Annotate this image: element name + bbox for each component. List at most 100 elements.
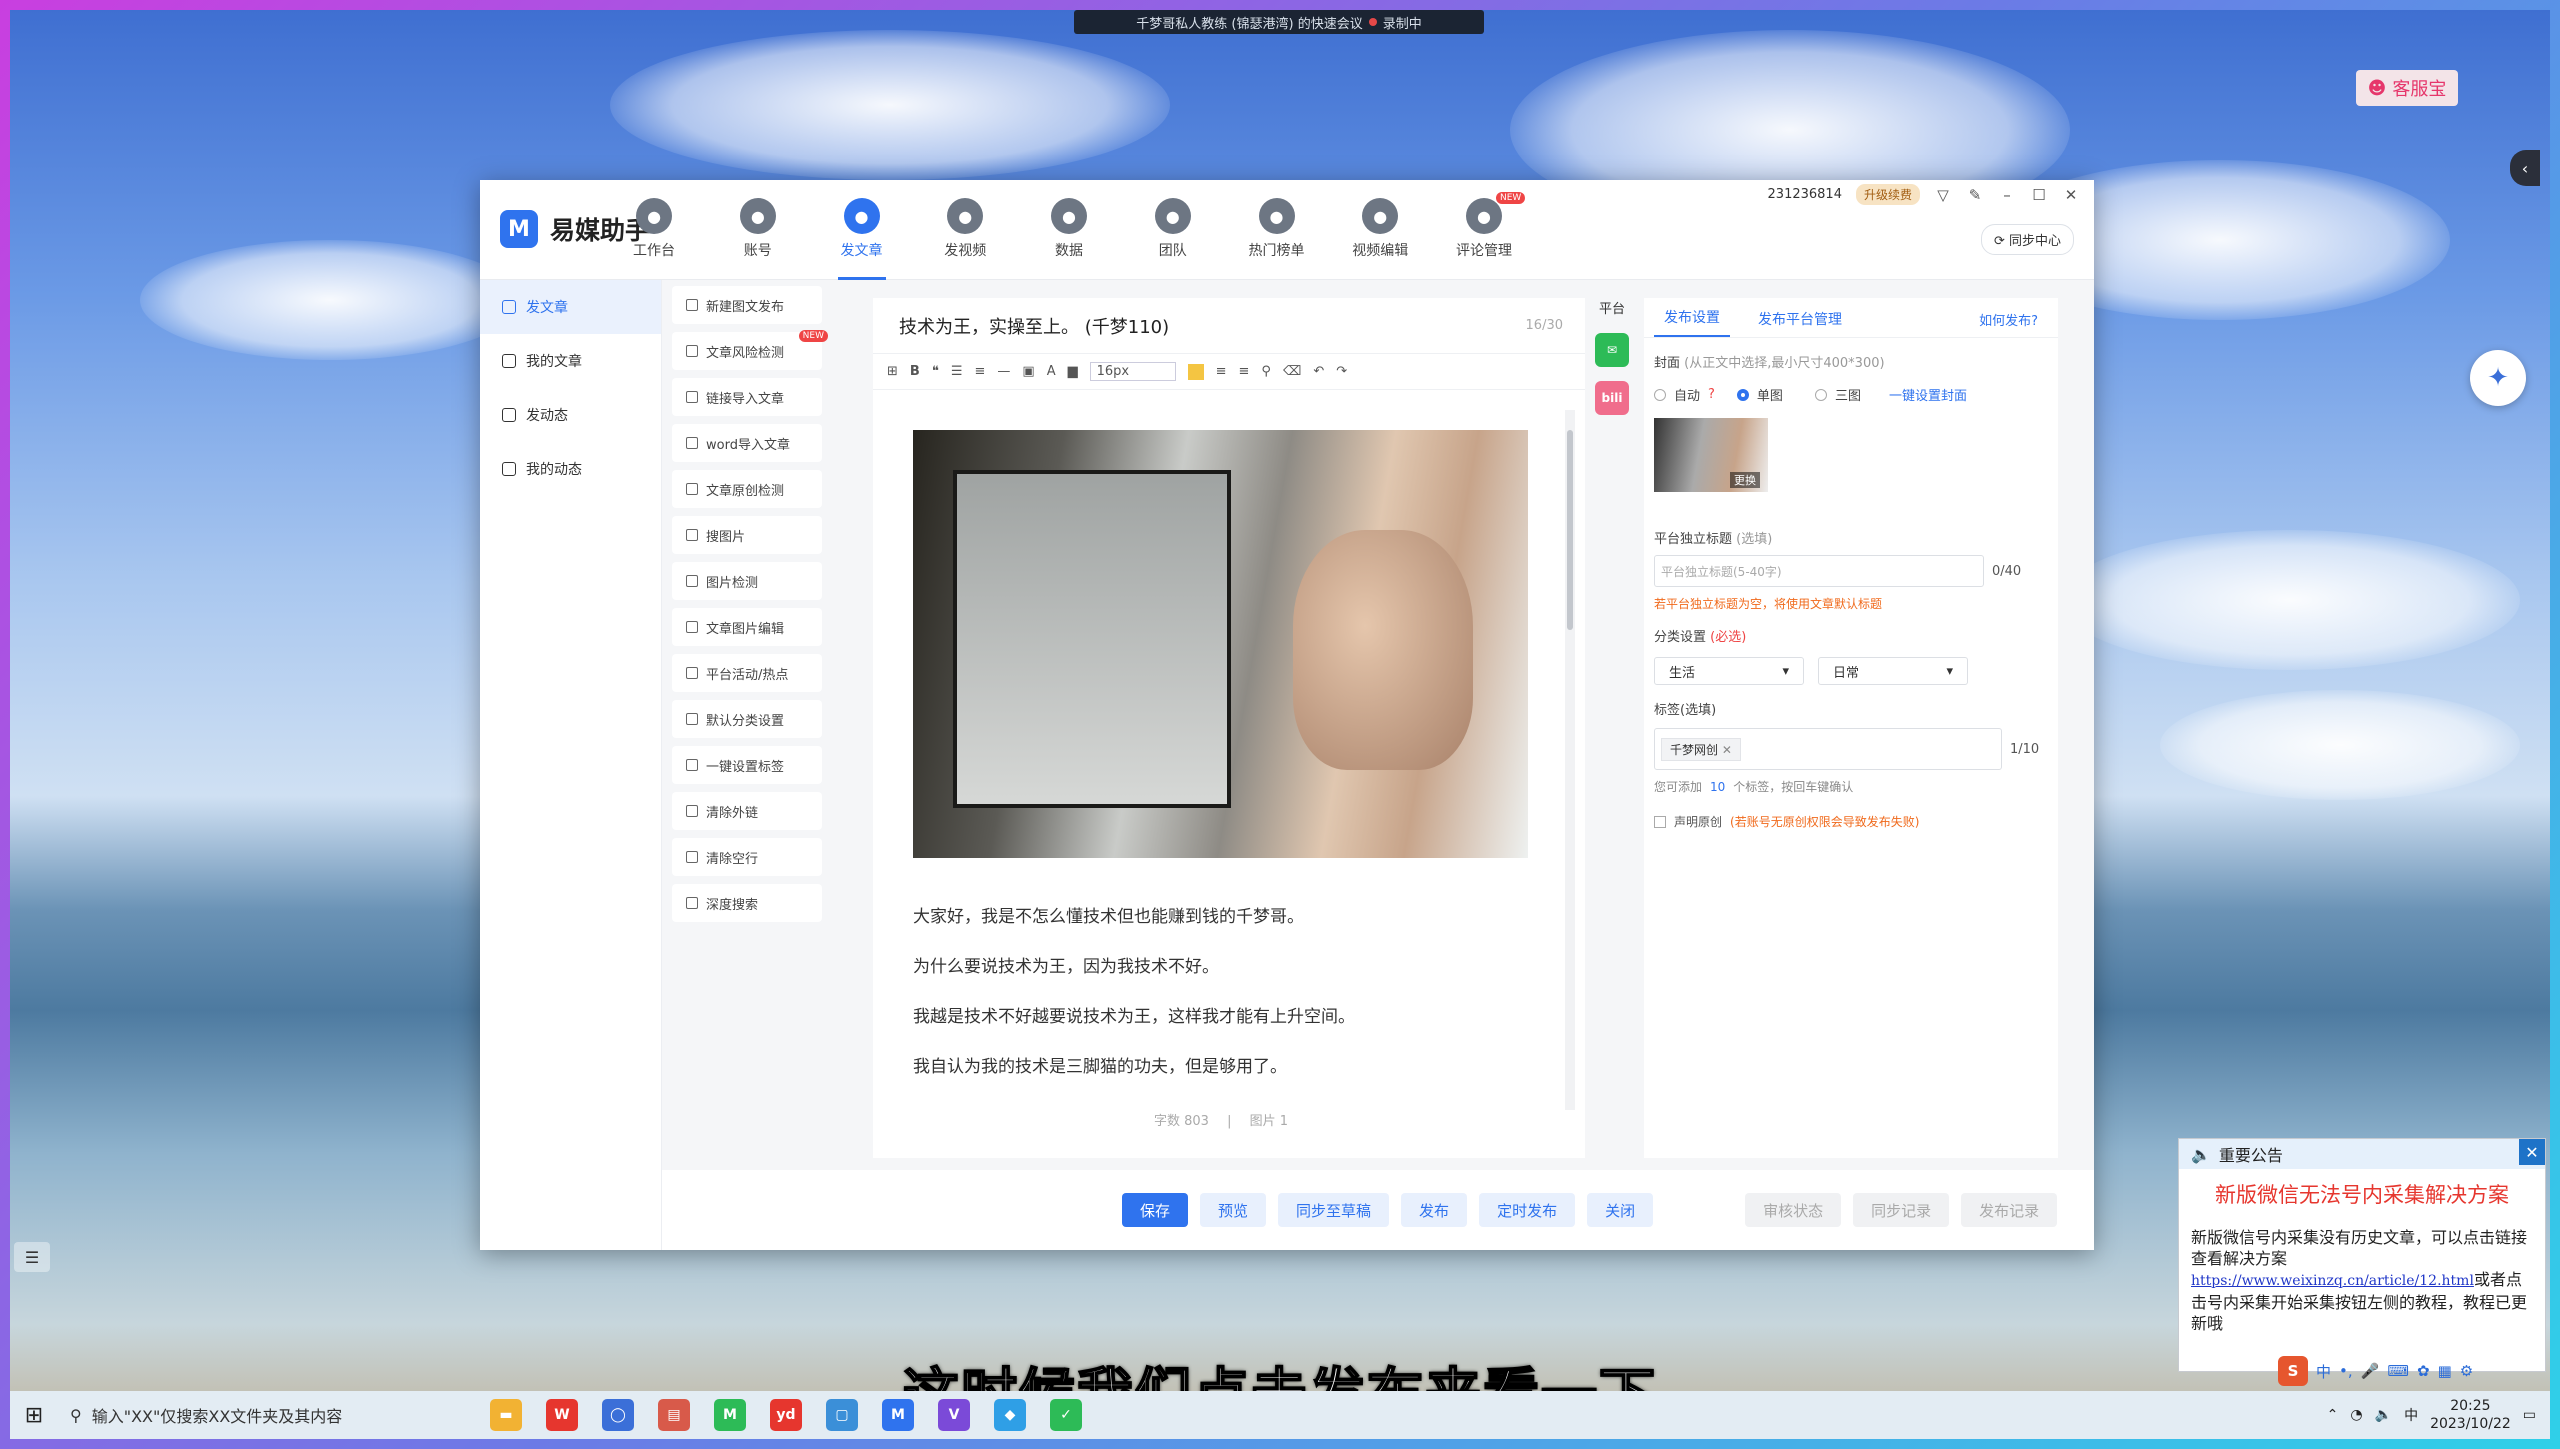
- sync-center-button[interactable]: ⟳ 同步中心: [1980, 224, 2074, 255]
- tool-item[interactable]: word导入文章: [672, 424, 822, 462]
- tool-item[interactable]: 清除外链: [672, 792, 822, 830]
- sidebar-item[interactable]: 发文章: [480, 280, 661, 334]
- editor-content[interactable]: 大家好，我是不怎么懂技术但也能赚到钱的千梦哥。 为什么要说技术为王，因为我技术不…: [873, 390, 1569, 1158]
- preview-button[interactable]: 预览: [1200, 1193, 1267, 1227]
- radio-auto[interactable]: [1654, 388, 1666, 401]
- save-button[interactable]: 保存: [1122, 1193, 1189, 1227]
- tool-item[interactable]: 平台活动/热点: [672, 654, 822, 692]
- clock[interactable]: 20:25 2023/10/22: [2430, 1397, 2511, 1433]
- publish-button[interactable]: 发布: [1401, 1193, 1468, 1227]
- one-click-cover-link[interactable]: 一键设置封面: [1889, 385, 1967, 404]
- tags-input[interactable]: 千梦网创 ✕: [1654, 728, 2002, 770]
- nav-data[interactable]: ● 数据: [1029, 198, 1109, 260]
- notification-icon[interactable]: ▭: [2523, 1407, 2536, 1423]
- tool-item[interactable]: 搜图片: [672, 516, 822, 554]
- category-select-primary[interactable]: 生活 ▾: [1654, 657, 1804, 685]
- nav-team[interactable]: ● 团队: [1133, 198, 1213, 260]
- close-icon[interactable]: ✕: [2062, 186, 2080, 204]
- sidebar-item[interactable]: 发动态: [480, 388, 661, 442]
- browser-icon[interactable]: ◯: [602, 1399, 634, 1431]
- undo-icon[interactable]: ↶: [1313, 364, 1324, 379]
- nav-workbench[interactable]: ● 工作台: [614, 198, 694, 260]
- announcement-link[interactable]: https://www.weixinzq.cn/article/12.html: [2191, 1273, 2474, 1289]
- gift-icon[interactable]: ▽: [1934, 186, 1952, 204]
- tool-item[interactable]: 链接导入文章: [672, 378, 822, 416]
- category-select-secondary[interactable]: 日常 ▾: [1818, 657, 1968, 685]
- eraser-icon[interactable]: ⌫: [1283, 364, 1301, 379]
- tab-publish-settings[interactable]: 发布设置: [1654, 307, 1730, 337]
- app-icon[interactable]: M: [714, 1399, 746, 1431]
- tool-item[interactable]: 文章图片编辑: [672, 608, 822, 646]
- radio-triple[interactable]: [1814, 388, 1827, 401]
- close-icon[interactable]: ✕: [2519, 1139, 2545, 1165]
- ime-tray-icon[interactable]: 中: [2404, 1405, 2418, 1425]
- font-size-select[interactable]: 16px: [1089, 362, 1176, 381]
- schedule-publish-button[interactable]: 定时发布: [1479, 1193, 1576, 1227]
- sync-records-button[interactable]: 同步记录: [1853, 1193, 1950, 1227]
- tool-item[interactable]: 图片检测: [672, 562, 822, 600]
- review-status-button[interactable]: 审核状态: [1745, 1193, 1842, 1227]
- bold-icon[interactable]: B: [910, 364, 920, 379]
- nav-comment[interactable]: ● 评论管理 NEW: [1444, 192, 1526, 260]
- meeting-recording-bar[interactable]: 千梦哥私人教练 (锦瑟港湾) 的快速会议 录制中: [1074, 10, 1484, 34]
- remove-tag-icon[interactable]: ✕: [1722, 743, 1732, 757]
- sidebar-item[interactable]: 我的动态: [480, 442, 661, 496]
- sync-draft-button[interactable]: 同步至草稿: [1278, 1193, 1390, 1227]
- cover-option-triple[interactable]: 三图: [1835, 385, 1861, 404]
- nav-video-edit[interactable]: ● 视频编辑: [1340, 198, 1420, 260]
- network-icon[interactable]: ◔: [2350, 1407, 2362, 1423]
- volume-icon[interactable]: 🔈: [2375, 1407, 2392, 1423]
- ordered-list-icon[interactable]: ☰: [951, 364, 963, 379]
- tool-item[interactable]: 深度搜索: [672, 884, 822, 922]
- list-icon[interactable]: ☰: [14, 1242, 50, 1272]
- article-image[interactable]: [913, 430, 1528, 858]
- tool-item[interactable]: 默认分类设置: [672, 700, 822, 738]
- bg-color-icon[interactable]: ▆: [1068, 364, 1078, 379]
- announcement-title[interactable]: 新版微信无法号内采集解决方案: [2179, 1179, 2545, 1209]
- image-icon[interactable]: ▣: [1022, 364, 1034, 379]
- font-color-icon[interactable]: A: [1047, 364, 1056, 379]
- yimei-app-icon[interactable]: M: [882, 1399, 914, 1431]
- editor-scrollbar[interactable]: [1565, 410, 1575, 1110]
- original-checkbox[interactable]: [1654, 815, 1666, 828]
- article-title-input[interactable]: 技术为王，实操至上。 (千梦110): [899, 313, 1169, 339]
- app-icon[interactable]: ▤: [658, 1399, 690, 1431]
- platform-title-input[interactable]: 平台独立标题(5-40字): [1654, 555, 1984, 587]
- nav-account[interactable]: ● 账号: [718, 198, 798, 260]
- chevron-up-icon[interactable]: ⌃: [2327, 1407, 2339, 1423]
- app-icon[interactable]: V: [938, 1399, 970, 1431]
- sidebar-item[interactable]: 我的文章: [480, 334, 661, 388]
- customer-service-button[interactable]: ☻ 客服宝: [2356, 70, 2458, 106]
- app-icon[interactable]: ✓: [1050, 1399, 1082, 1431]
- publish-records-button[interactable]: 发布记录: [1961, 1193, 2058, 1227]
- nav-article[interactable]: ● 发文章: [822, 198, 902, 280]
- chevron-left-icon[interactable]: ‹: [2510, 150, 2540, 186]
- how-to-publish-link[interactable]: 如何发布?: [1979, 310, 2038, 337]
- align-left-icon[interactable]: [1187, 363, 1204, 380]
- wps-icon[interactable]: W: [546, 1399, 578, 1431]
- windows-start-icon[interactable]: ⊞: [10, 1391, 58, 1439]
- quote-icon[interactable]: ❝: [932, 364, 939, 379]
- tool-item[interactable]: 新建图文发布: [672, 286, 822, 324]
- youdao-icon[interactable]: yd: [770, 1399, 802, 1431]
- scrollbar-thumb[interactable]: [1567, 430, 1573, 630]
- minimize-icon[interactable]: –: [1998, 186, 2016, 204]
- original-label[interactable]: 声明原创: [1674, 813, 1722, 830]
- redo-icon[interactable]: ↷: [1336, 364, 1347, 379]
- nav-video[interactable]: ● 发视频: [925, 198, 1005, 260]
- maximize-icon[interactable]: ☐: [2030, 186, 2048, 204]
- unordered-list-icon[interactable]: ≡: [974, 364, 985, 379]
- radio-single[interactable]: [1736, 388, 1749, 401]
- cover-thumbnail[interactable]: 更换: [1654, 418, 1768, 492]
- cover-option-single[interactable]: 单图: [1757, 385, 1783, 404]
- upgrade-button[interactable]: 升级续费: [1855, 184, 1920, 205]
- floating-assistant-icon[interactable]: ✦: [2470, 350, 2526, 406]
- tool-item[interactable]: 文章风险检测 NEW: [672, 330, 828, 370]
- tool-item[interactable]: 文章原创检测: [672, 470, 822, 508]
- tab-platform-management[interactable]: 发布平台管理: [1748, 309, 1852, 337]
- app-icon[interactable]: ▢: [826, 1399, 858, 1431]
- align-right-icon[interactable]: ≡: [1239, 364, 1250, 379]
- nav-hot[interactable]: ● 热门榜单: [1237, 198, 1317, 260]
- cover-option-auto[interactable]: 自动: [1674, 385, 1700, 404]
- app-icon[interactable]: ◆: [994, 1399, 1026, 1431]
